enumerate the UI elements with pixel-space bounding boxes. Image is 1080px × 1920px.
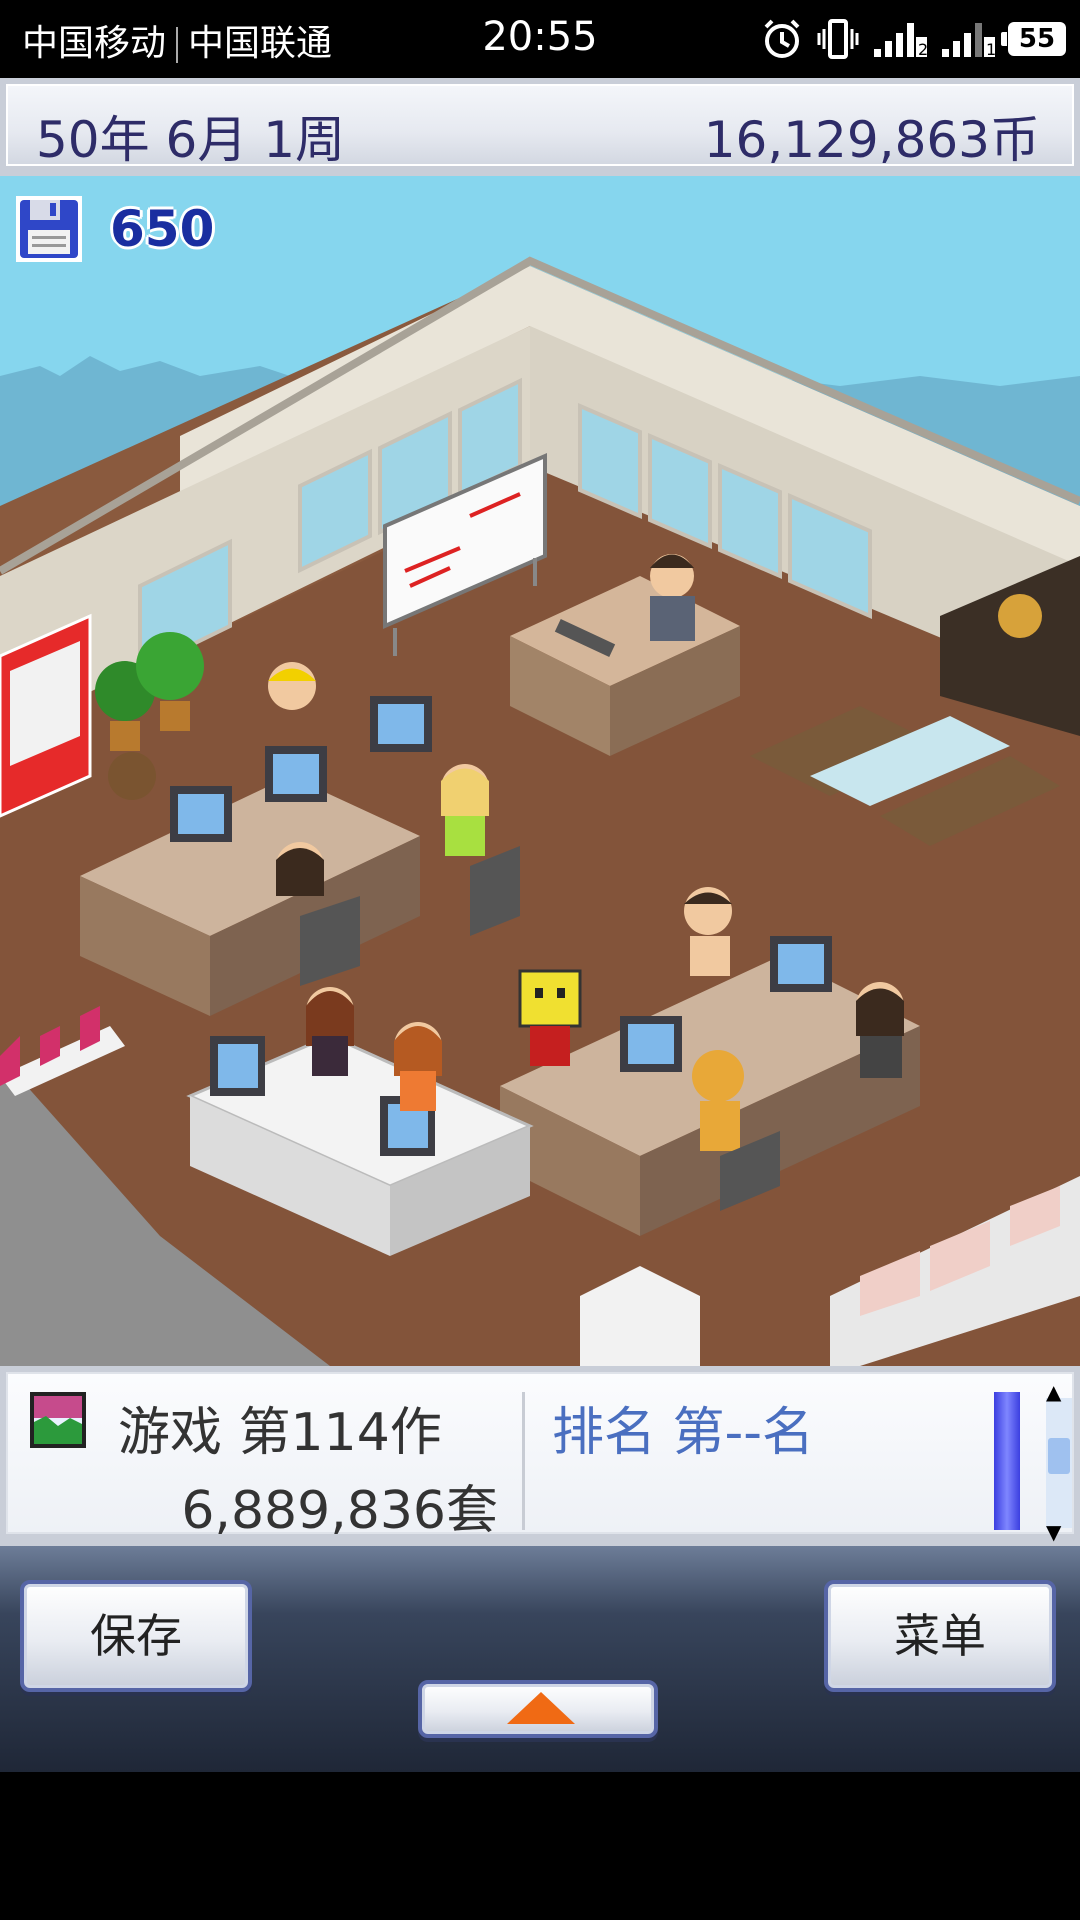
office-illustration <box>0 176 1080 1366</box>
save-button[interactable]: 保存 <box>20 1580 252 1692</box>
battery-icon: 55 <box>1001 22 1066 56</box>
status-icons: 2 1 55 <box>760 16 1066 62</box>
signal-1-icon: 1 <box>942 23 996 59</box>
rank-bar <box>994 1392 1020 1530</box>
vibrate-icon <box>817 19 859 59</box>
triangle-up-icon <box>507 1692 575 1724</box>
signal-2-icon: 2 <box>874 23 928 59</box>
scroll-down-arrow-icon[interactable]: ▼ <box>1046 1520 1061 1544</box>
panel-divider <box>522 1392 525 1530</box>
alarm-icon <box>764 19 800 58</box>
game-title: 游戏 第114作 <box>118 1403 442 1463</box>
game-date: 50年 6月 1周 <box>36 111 346 169</box>
panel-scroll-thumb[interactable] <box>1048 1438 1070 1474</box>
office-scene[interactable] <box>0 176 1080 1366</box>
game-rank: 排名 第--名 <box>552 1403 815 1463</box>
game-sales: 6,889,836套 <box>181 1481 498 1541</box>
floppy-count: 650 <box>110 200 215 258</box>
money-display: 16,129,863币 <box>703 111 1040 169</box>
menu-button[interactable]: 菜单 <box>824 1580 1056 1692</box>
floppy-disk-icon <box>16 196 82 262</box>
svg-text:2: 2 <box>918 40 928 59</box>
svg-text:1: 1 <box>986 40 996 59</box>
scroll-up-arrow-icon[interactable]: ▲ <box>1046 1380 1061 1404</box>
expand-button[interactable] <box>418 1680 658 1738</box>
game-cover-icon <box>30 1392 86 1448</box>
